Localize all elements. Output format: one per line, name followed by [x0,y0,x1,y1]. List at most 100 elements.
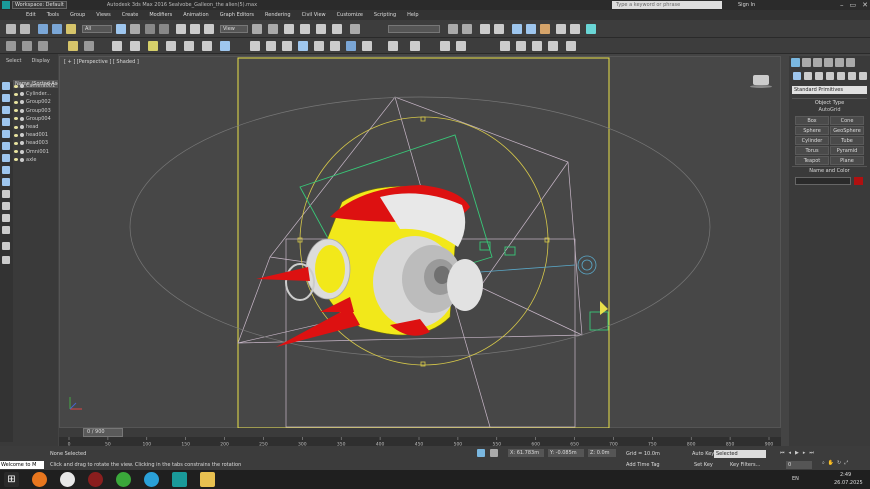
helpers-icon[interactable] [837,72,845,80]
set-key-button[interactable]: Set Key [694,462,713,468]
visibility-icon[interactable] [14,100,18,104]
maxscript-listener[interactable]: Welcome to M [0,461,44,469]
list-item[interactable]: head [14,123,58,131]
utilities-tab-icon[interactable] [846,58,855,67]
tool-icon[interactable] [112,41,122,51]
tool-icon[interactable] [250,41,260,51]
list-item[interactable]: Group004 [14,115,58,123]
cone-button[interactable]: Cone [830,116,864,125]
menu-tools[interactable]: Tools [47,12,59,18]
go-to-start-icon[interactable]: ⏮ [780,450,785,456]
select-link-icon[interactable] [38,24,48,34]
window-crossing-icon[interactable] [159,24,169,34]
hierarchy-tab-icon[interactable] [813,58,822,67]
list-item[interactable]: Group003 [14,107,58,115]
lights-icon[interactable] [815,72,823,80]
menu-customize[interactable]: Customize [337,12,363,18]
torus-button[interactable]: Torus [795,146,829,155]
list-item[interactable]: head001 [14,131,58,139]
visibility-icon[interactable] [14,133,18,137]
pan-icon[interactable]: ✋ [828,460,834,466]
menu-edit[interactable]: Edit [26,12,36,18]
box-button[interactable]: Box [795,116,829,125]
render-setup-icon[interactable] [556,24,566,34]
display-tab-icon[interactable] [835,58,844,67]
yandex-browser-icon[interactable] [60,472,75,487]
teapot-button[interactable]: Teapot [795,156,829,165]
utorrent-icon[interactable] [116,472,131,487]
menu-create[interactable]: Create [122,12,139,18]
filter-icon[interactable] [2,82,10,90]
tool-icon[interactable] [84,41,94,51]
menu-help[interactable]: Help [407,12,418,18]
percent-snap-icon[interactable] [316,24,326,34]
z-coordinate-field[interactable]: Z: 0.0m [588,449,616,457]
select-object-icon[interactable] [116,24,126,34]
viewcube[interactable] [750,73,772,89]
zoom-icon[interactable]: ⌕ [822,460,825,466]
tool-icon[interactable] [130,41,140,51]
tool-icon[interactable] [184,41,194,51]
geosphere-button[interactable]: GeoSphere [830,126,864,135]
visibility-icon[interactable] [14,109,18,113]
file-explorer-icon[interactable] [200,472,215,487]
rectangular-selection-icon[interactable] [145,24,155,34]
telegram-icon[interactable] [144,472,159,487]
workspace-dropdown[interactable]: Workspace: Default [12,1,67,9]
previous-frame-icon[interactable]: ◂ [789,450,792,456]
selection-filter-dropdown[interactable]: All [82,25,112,33]
clock-time[interactable]: 2:49 [840,472,851,478]
motion-tab-icon[interactable] [824,58,833,67]
menu-rendering[interactable]: Rendering [265,12,291,18]
current-frame-field[interactable]: 0 [786,461,812,469]
unlink-icon[interactable] [52,24,62,34]
tool-icon[interactable] [38,41,48,51]
visibility-icon[interactable] [14,92,18,96]
autogrid-checkbox[interactable]: AutoGrid [792,107,867,114]
modify-tab-icon[interactable] [802,58,811,67]
filter-icon[interactable] [2,94,10,102]
filter-icon[interactable] [2,202,10,210]
tool-icon[interactable] [68,41,78,51]
shapes-icon[interactable] [804,72,812,80]
timeline-ruler[interactable]: 0 50 100 150 200 250 300 350 400 450 500 550 600 650 7… [59,437,781,446]
mirror-icon[interactable] [448,24,458,34]
pivot-center-icon[interactable] [252,24,262,34]
key-mode-dropdown[interactable]: Selected [714,450,766,458]
go-to-end-icon[interactable]: ⏭ [809,450,814,456]
list-item[interactable]: axle [14,156,58,164]
close-icon[interactable]: ✕ [862,0,868,10]
3ds-max-icon[interactable] [172,472,187,487]
pyramid-button[interactable]: Pyramid [830,146,864,155]
spinner-snap-icon[interactable] [332,24,342,34]
cylinder-button[interactable]: Cylinder [795,136,829,145]
time-slider[interactable]: 0 / 900 [59,428,781,437]
list-item[interactable]: Group002 [14,98,58,106]
plane-button[interactable]: Plane [830,156,864,165]
tool-icon[interactable] [566,41,576,51]
visibility-icon[interactable] [14,150,18,154]
filter-icon[interactable] [2,190,10,198]
bind-space-warp-icon[interactable] [66,24,76,34]
redo-icon[interactable] [20,24,30,34]
list-item[interactable]: Cylinder... [14,90,58,98]
filter-icon[interactable] [2,142,10,150]
scale-icon[interactable] [204,24,214,34]
systems-icon[interactable] [859,72,867,80]
clock-date[interactable]: 26.07.2025 [834,480,863,486]
filter-icon[interactable] [2,178,10,186]
material-editor-icon[interactable] [540,24,550,34]
filter-icon[interactable] [2,256,10,264]
tool-icon[interactable] [388,41,398,51]
undo-icon[interactable] [6,24,16,34]
cube-icon[interactable] [753,75,769,85]
tool-icon[interactable] [346,41,356,51]
filter-icon[interactable] [2,106,10,114]
layer-manager-icon[interactable] [480,24,490,34]
visibility-icon[interactable] [14,117,18,121]
tool-icon[interactable] [440,41,450,51]
x-coordinate-field[interactable]: X: 61.783m [508,449,544,457]
tool-icon[interactable] [410,41,420,51]
language-indicator[interactable]: EN [792,476,799,482]
menu-modifiers[interactable]: Modifiers [149,12,172,18]
